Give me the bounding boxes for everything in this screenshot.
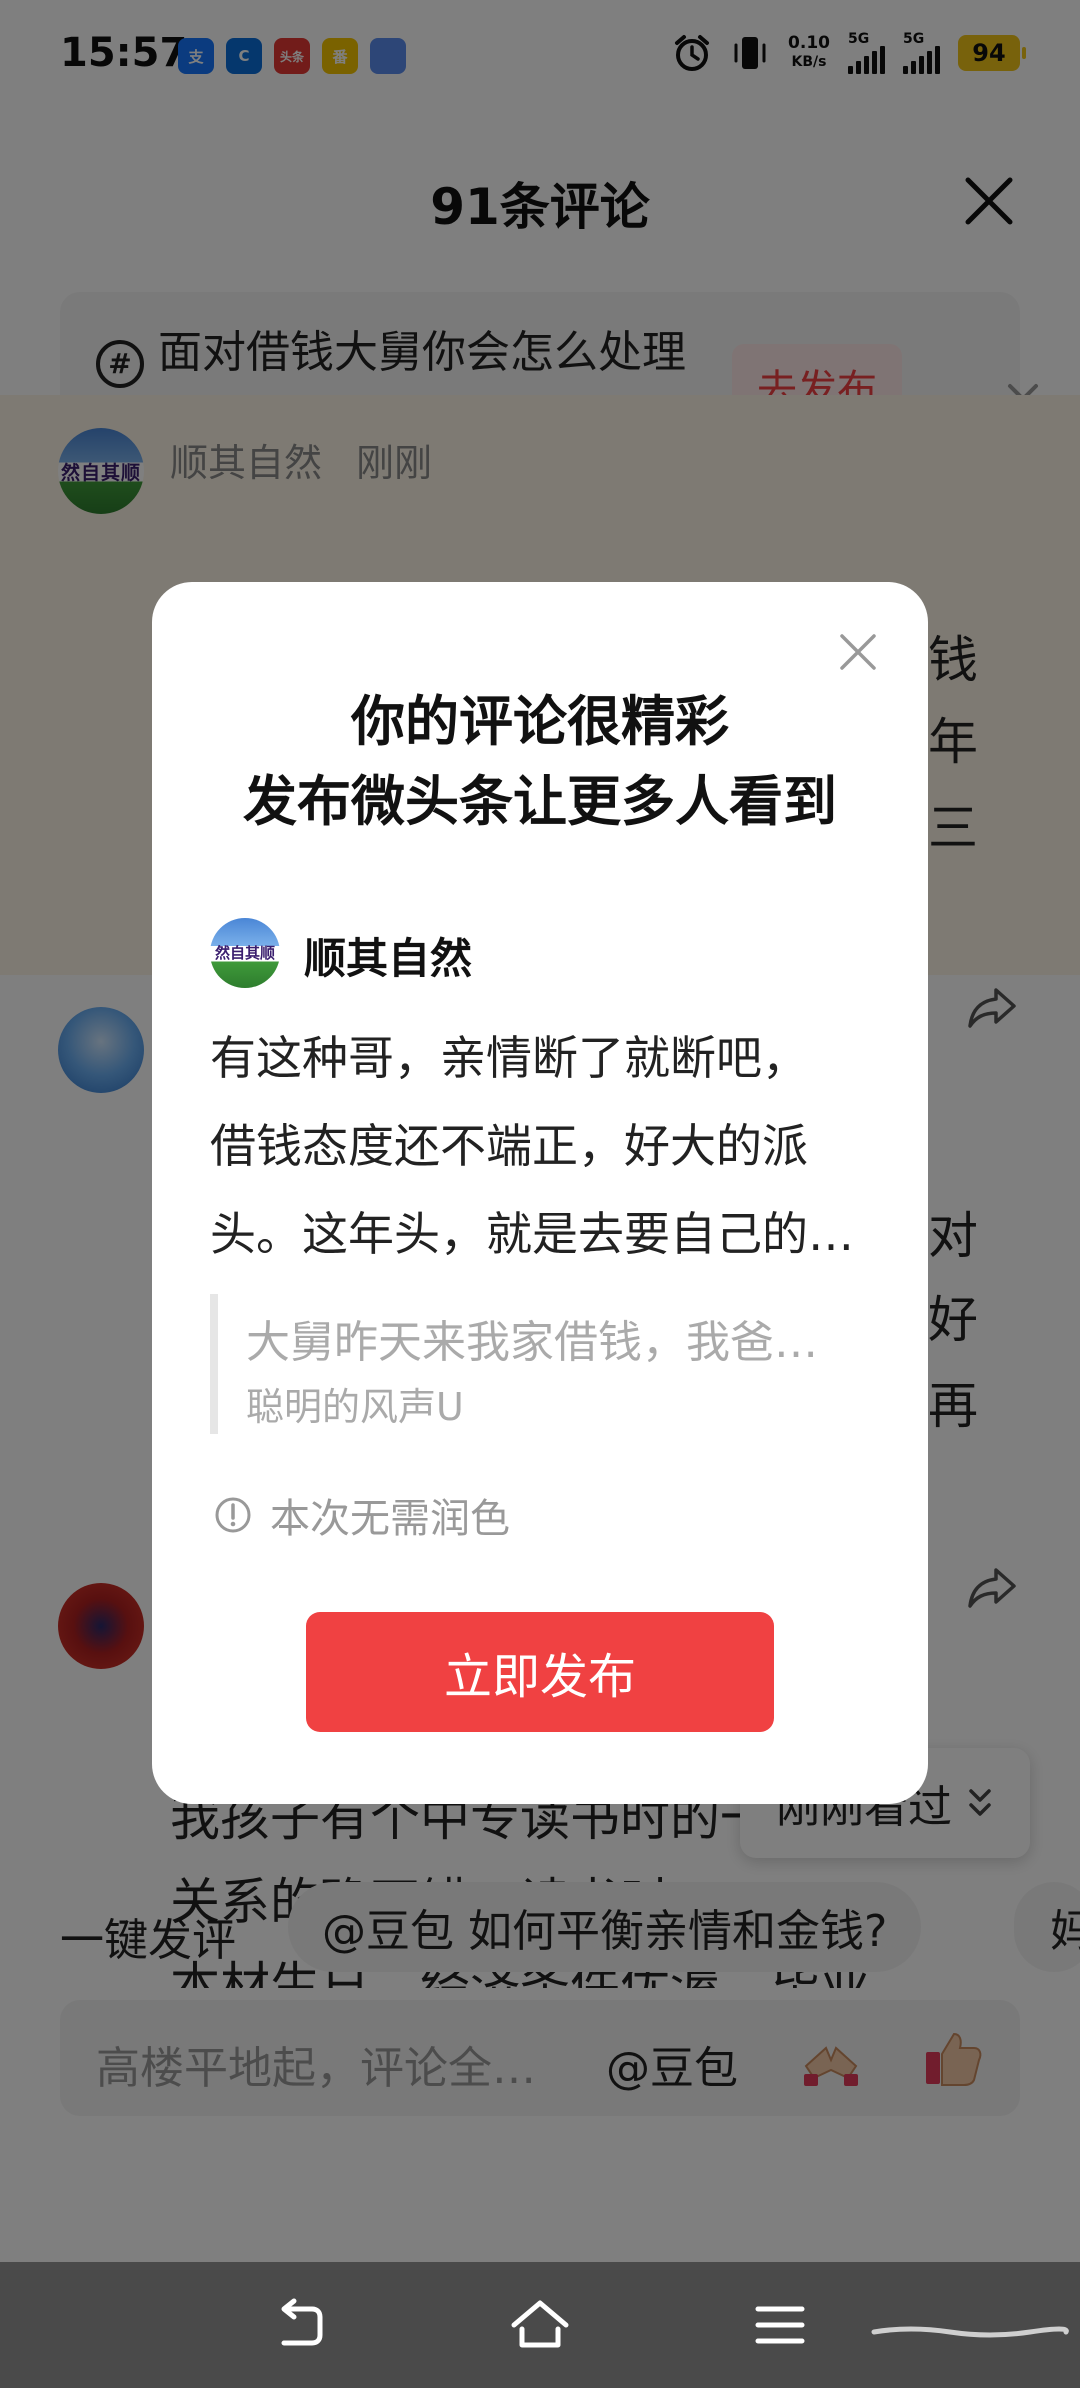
polish-tip: 本次无需润色 bbox=[214, 1486, 510, 1544]
dialog-body-line: 借钱态度还不端正，好大的派 bbox=[210, 1119, 808, 1173]
quoted-post: 大舅昨天来我家借钱，我爸… 聪明的风声U bbox=[210, 1294, 870, 1434]
dialog-title-line2: 发布微头条让更多人看到 bbox=[243, 770, 837, 833]
home-icon[interactable] bbox=[510, 2295, 570, 2355]
system-navigation-bar bbox=[0, 2262, 1080, 2388]
dialog-body-line: 有这种哥，亲情断了就断吧， bbox=[210, 1031, 808, 1085]
publish-now-button[interactable]: 立即发布 bbox=[306, 1612, 774, 1732]
gesture-handle-icon bbox=[871, 2326, 1069, 2338]
quoted-post-text: 大舅昨天来我家借钱，我爸… bbox=[246, 1317, 818, 1368]
avatar: 然自其顺 bbox=[210, 918, 280, 988]
back-icon[interactable] bbox=[270, 2295, 330, 2355]
dialog-title: 你的评论很精彩 发布微头条让更多人看到 bbox=[152, 682, 928, 842]
dialog-title-line1: 你的评论很精彩 bbox=[351, 690, 729, 753]
info-icon bbox=[215, 1497, 251, 1533]
avatar-text: 然自其顺 bbox=[214, 944, 275, 962]
polish-tip-text: 本次无需润色 bbox=[270, 1496, 510, 1542]
close-icon[interactable] bbox=[838, 632, 878, 672]
dialog-comment-body: 有这种哥，亲情断了就断吧， 借钱态度还不端正，好大的派 头。这年头，就是去要自己… bbox=[210, 1014, 890, 1278]
dialog-author-name: 顺其自然 bbox=[304, 934, 473, 983]
menu-icon[interactable] bbox=[750, 2295, 810, 2355]
publish-dialog: 你的评论很精彩 发布微头条让更多人看到 然自其顺 顺其自然 有这种哥，亲情断了就… bbox=[152, 582, 928, 1804]
quoted-post-author: 聪明的风声U bbox=[246, 1385, 464, 1429]
dialog-body-line: 头。这年头，就是去要自己的… bbox=[210, 1207, 854, 1261]
